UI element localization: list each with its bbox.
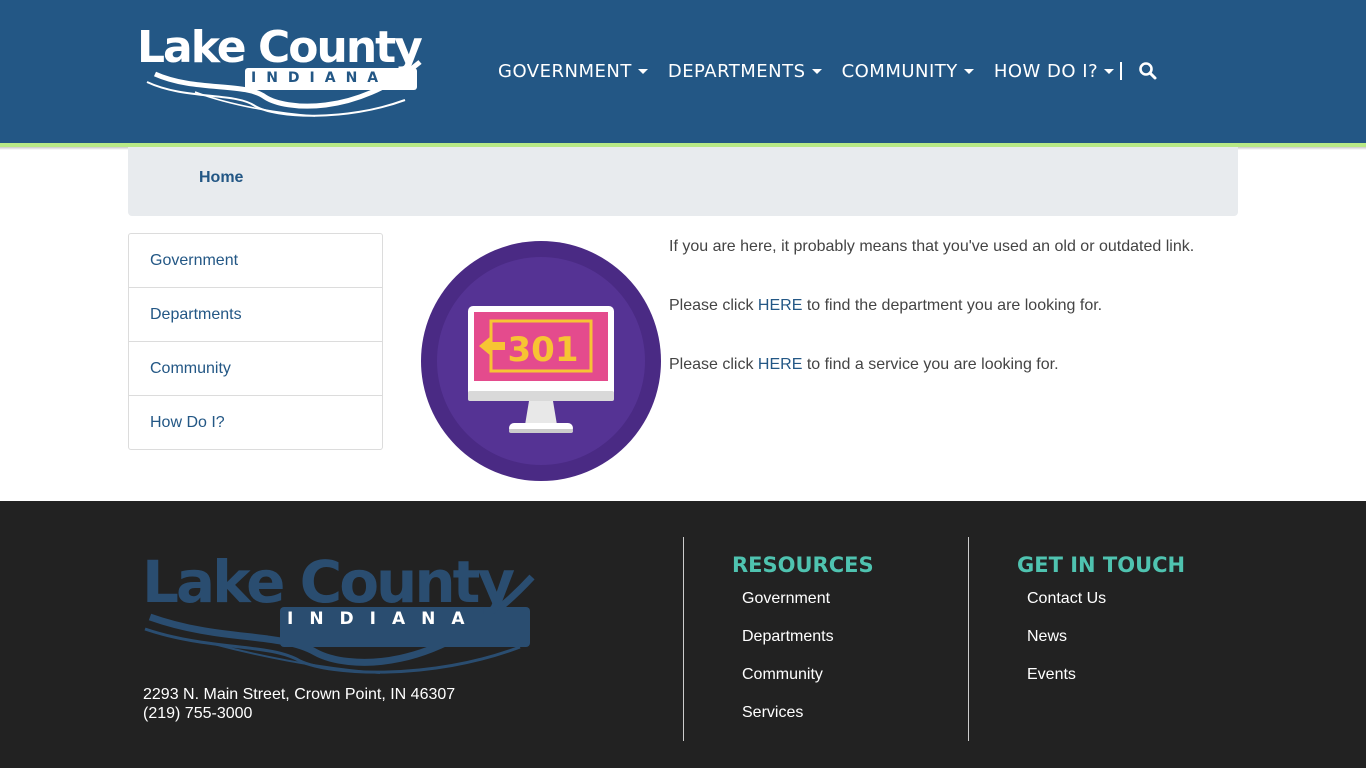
footer-get-in-touch: GET IN TOUCH Contact Us News Events (1017, 553, 1185, 703)
logo-title: Lake County (137, 22, 423, 73)
nav-community[interactable]: COMMUNITY (842, 61, 974, 82)
redirect-code: 301 (508, 330, 579, 370)
main-content: If you are here, it probably means that … (669, 237, 1269, 414)
search-icon[interactable] (1138, 61, 1158, 81)
site-footer: Lake County INDIANA 2293 N. Main Street,… (0, 501, 1366, 768)
footer-link-news[interactable]: News (1027, 627, 1185, 665)
nav-label: COMMUNITY (841, 60, 958, 82)
sidebar-item-how-do-i[interactable]: How Do I? (129, 396, 382, 449)
logo-subtitle: INDIANA (251, 70, 389, 86)
outdated-link-message: If you are here, it probably means that … (669, 238, 1195, 255)
nav-label: GOVERNMENT (498, 60, 632, 82)
chevron-down-icon (637, 68, 648, 74)
footer-divider (683, 537, 684, 741)
nav-departments[interactable]: DEPARTMENTS (668, 61, 822, 82)
footer-link-community[interactable]: Community (742, 665, 874, 703)
sidebar-nav: Government Departments Community How Do … (128, 233, 383, 450)
site-logo[interactable]: Lake County INDIANA (135, 22, 435, 122)
service-here-link[interactable]: HERE (758, 356, 802, 373)
sidebar-item-government[interactable]: Government (129, 234, 382, 288)
nav-how-do-i[interactable]: HOW DO I? (993, 60, 1115, 82)
footer-logo-subtitle: INDIANA (287, 609, 481, 629)
department-here-link[interactable]: HERE (758, 297, 802, 314)
site-header: Lake County INDIANA GOVERNMENT DEPARTMEN… (0, 0, 1366, 143)
main-nav: GOVERNMENT DEPARTMENTS COMMUNITY HOW DO … (498, 58, 1158, 84)
footer-resources: RESOURCES Government Departments Communi… (732, 553, 874, 741)
nav-divider (1120, 62, 1123, 80)
footer-logo[interactable]: Lake County INDIANA (140, 547, 540, 677)
breadcrumb-home[interactable]: Home (199, 169, 243, 187)
sidebar-item-community[interactable]: Community (129, 342, 382, 396)
chevron-down-icon (1104, 68, 1115, 74)
chevron-down-icon (811, 68, 822, 74)
nav-label: HOW DO I? (993, 60, 1099, 82)
sidebar-item-departments[interactable]: Departments (129, 288, 382, 342)
monitor-redirect-icon: 301 (421, 241, 661, 481)
footer-link-government[interactable]: Government (742, 589, 874, 627)
footer-divider (968, 537, 969, 741)
footer-address-block: 2293 N. Main Street, Crown Point, IN 463… (143, 685, 455, 723)
footer-contact-heading: GET IN TOUCH (1017, 553, 1186, 577)
footer-link-contact-us[interactable]: Contact Us (1027, 589, 1185, 627)
nav-label: DEPARTMENTS (667, 60, 806, 82)
footer-address: 2293 N. Main Street, Crown Point, IN 463… (143, 686, 456, 703)
chevron-down-icon (963, 68, 974, 74)
footer-logo-title: Lake County (142, 548, 515, 616)
footer-resources-heading: RESOURCES (732, 553, 874, 577)
footer-link-services[interactable]: Services (742, 703, 874, 741)
department-link-message: Please click HERE to find the department… (669, 297, 1103, 314)
footer-phone: (219) 755-3000 (143, 705, 253, 722)
service-link-message: Please click HERE to find a service you … (669, 356, 1059, 373)
footer-link-events[interactable]: Events (1027, 665, 1185, 703)
nav-government[interactable]: GOVERNMENT (498, 61, 648, 82)
breadcrumb: Home (128, 147, 1238, 216)
footer-link-departments[interactable]: Departments (742, 627, 874, 665)
